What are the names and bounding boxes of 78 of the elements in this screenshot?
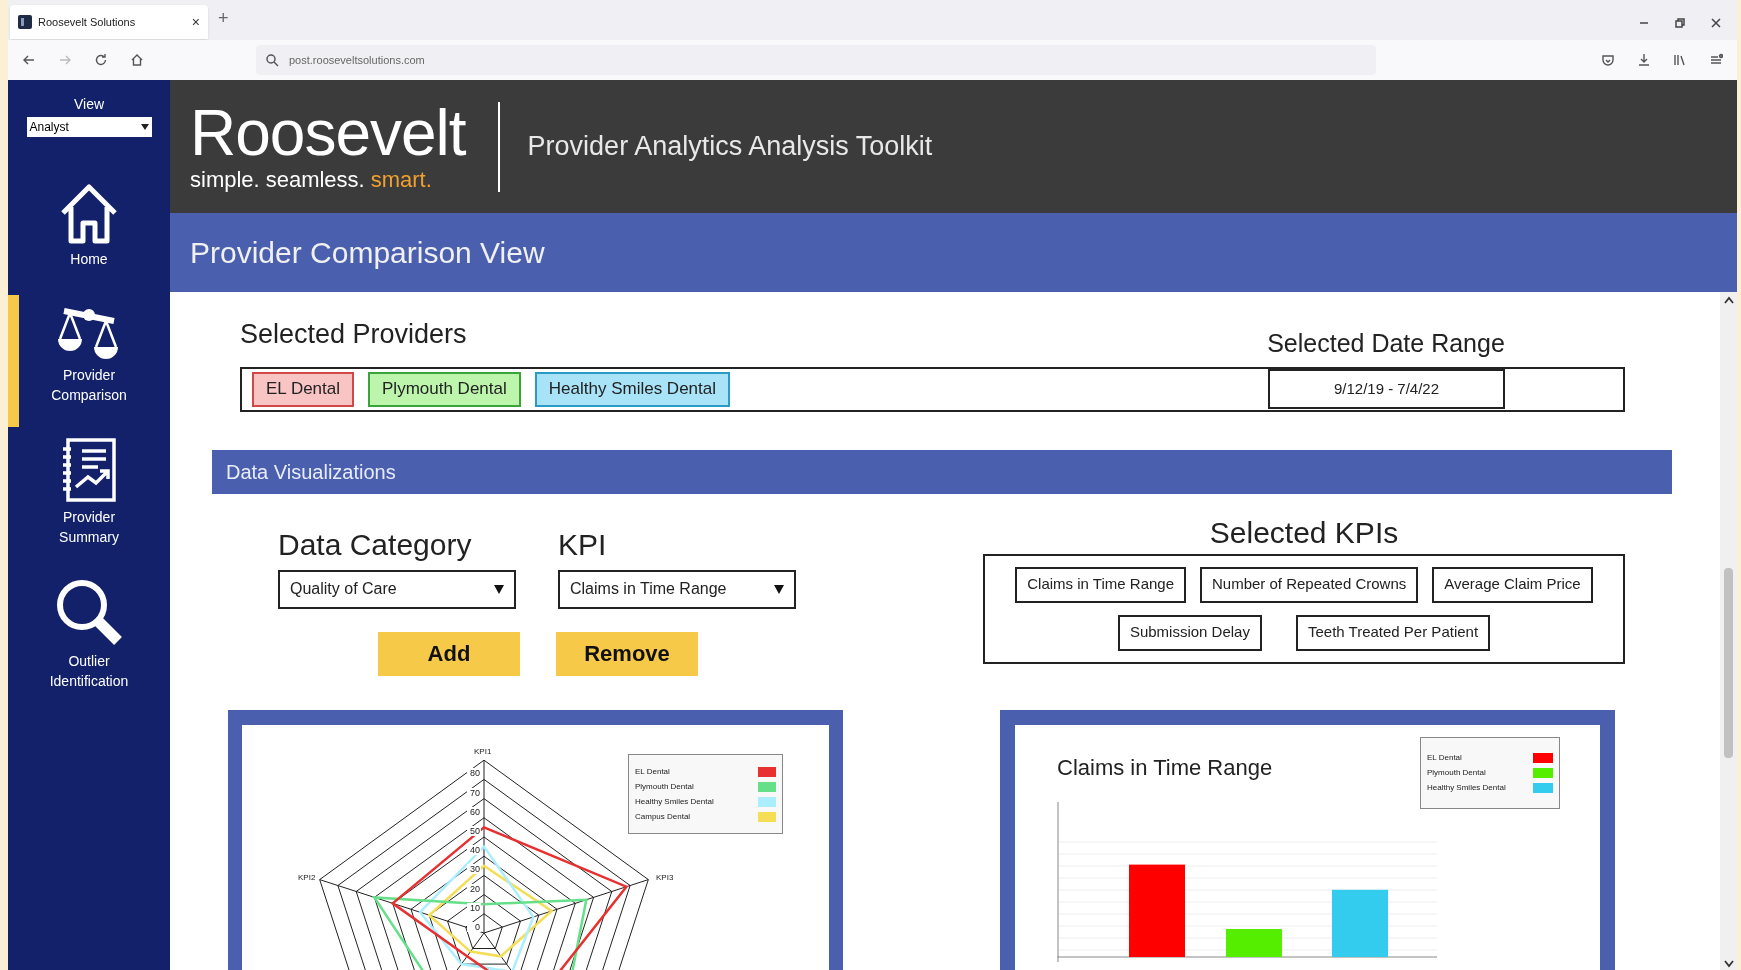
section-title: Selected KPIs (1209, 514, 1399, 551)
kpi-chip[interactable]: Average Claim Price (1432, 566, 1593, 603)
dropdown[interactable]: Claims in Time Range (558, 569, 796, 609)
sidebar-nav-item[interactable]: Home (8, 177, 170, 289)
library-icon[interactable] (1673, 53, 1687, 67)
kpi-chip[interactable]: Submission Delay (1117, 614, 1262, 651)
favicon-icon (18, 15, 32, 29)
bar (1226, 929, 1282, 957)
kpi-chip[interactable]: Number of Repeated Crowns (1200, 566, 1419, 603)
axis-tick-label: 30 (467, 864, 481, 875)
reload-icon[interactable] (94, 53, 108, 67)
pocket-icon[interactable] (1601, 53, 1615, 67)
axis-tick-label: 80 (467, 768, 481, 779)
view-label: View (73, 95, 105, 114)
legend-label: EL Dental (635, 765, 670, 778)
bar (1332, 889, 1388, 957)
dropdown-arrow-icon (774, 584, 784, 595)
field-label: KPI (558, 526, 608, 563)
section-title: Selected Date Range (1266, 328, 1506, 359)
scrollbar-thumb[interactable] (1724, 568, 1733, 758)
house-icon (59, 183, 119, 245)
search-icon (266, 53, 279, 67)
app-title: Provider Analytics Analysis Toolkit (527, 130, 933, 164)
back-icon[interactable] (22, 53, 36, 67)
sidebar-nav-item[interactable]: Outlier Identification (8, 571, 170, 703)
sidebar-nav-item[interactable]: Provider Summary (8, 431, 170, 563)
legend-label: Plymouth Dental (1427, 767, 1486, 779)
axis-tick-label: 0 (467, 922, 481, 932)
kpi-chip[interactable]: Claims in Time Range (1015, 566, 1186, 603)
action-button[interactable]: Add (378, 631, 520, 676)
chart-document-icon (60, 437, 118, 503)
restore-icon[interactable] (1675, 18, 1685, 28)
scrollbar[interactable] (1720, 292, 1737, 970)
action-button[interactable]: Remove (556, 631, 698, 676)
axis-label: KPI3 (656, 873, 674, 882)
menu-icon[interactable] (1709, 53, 1723, 67)
logo-wordmark: Roosevelt (190, 100, 466, 165)
tab-title: Roosevelt Solutions (38, 14, 137, 30)
close-icon[interactable] (1711, 18, 1721, 28)
new-tab-button[interactable]: + (218, 5, 229, 32)
browser-tab[interactable]: Roosevelt Solutions × (10, 5, 208, 39)
url-text: post.rooseveltsolutions.com (289, 52, 425, 68)
section-title: Selected Providers (240, 318, 467, 351)
provider-tag[interactable]: Healthy Smiles Dental (534, 371, 730, 407)
scroll-up-icon[interactable] (1723, 296, 1734, 304)
axis-tick-label: 60 (467, 806, 481, 817)
address-bar[interactable]: post.rooseveltsolutions.com (256, 45, 1376, 75)
axis-tick-label: 10 (467, 902, 481, 913)
legend-label: Healthy Smiles Dental (1427, 782, 1506, 794)
kpi-chip[interactable]: Teeth Treated Per Patient (1295, 614, 1491, 651)
legend-label: Healthy Smiles Dental (635, 795, 714, 808)
legend-label: Plymouth Dental (635, 780, 694, 793)
field-label: Data Category (278, 526, 473, 563)
sidebar-nav-item[interactable]: Provider Comparison (8, 295, 170, 427)
section-header-bar: Data Visualizations (212, 449, 1672, 494)
axis-tick-label: 70 (467, 787, 481, 798)
axis-tick-label: 40 (467, 845, 481, 856)
logo-tagline: simple. seamless. smart. (190, 166, 433, 193)
search-icon (54, 577, 124, 647)
axis-tick-label: 20 (467, 883, 481, 894)
axis-label: KPI1 (474, 747, 492, 756)
date-range-field[interactable]: 9/12/19 - 7/4/22 (1268, 369, 1505, 410)
axis-tick-label: 50 (467, 826, 481, 836)
download-icon[interactable] (1637, 53, 1651, 67)
dropdown-arrow-icon (494, 584, 504, 595)
dropdown[interactable]: Quality of Care (278, 569, 516, 609)
dropdown-arrow-icon (140, 124, 149, 130)
chart-title: Claims in Time Range (1057, 754, 1273, 782)
view-dropdown[interactable]: Analyst (26, 117, 152, 137)
axis-label: KPI2 (298, 873, 316, 882)
legend-label: Campus Dental (635, 810, 691, 823)
page-title: Provider Comparison View (190, 235, 545, 271)
provider-tag[interactable]: EL Dental (252, 371, 355, 407)
tab-close-button[interactable]: × (191, 11, 200, 33)
provider-tag[interactable]: Plymouth Dental (368, 371, 521, 407)
scroll-down-icon[interactable] (1723, 960, 1734, 968)
legend-label: EL Dental (1427, 752, 1462, 764)
home-icon[interactable] (130, 53, 144, 67)
